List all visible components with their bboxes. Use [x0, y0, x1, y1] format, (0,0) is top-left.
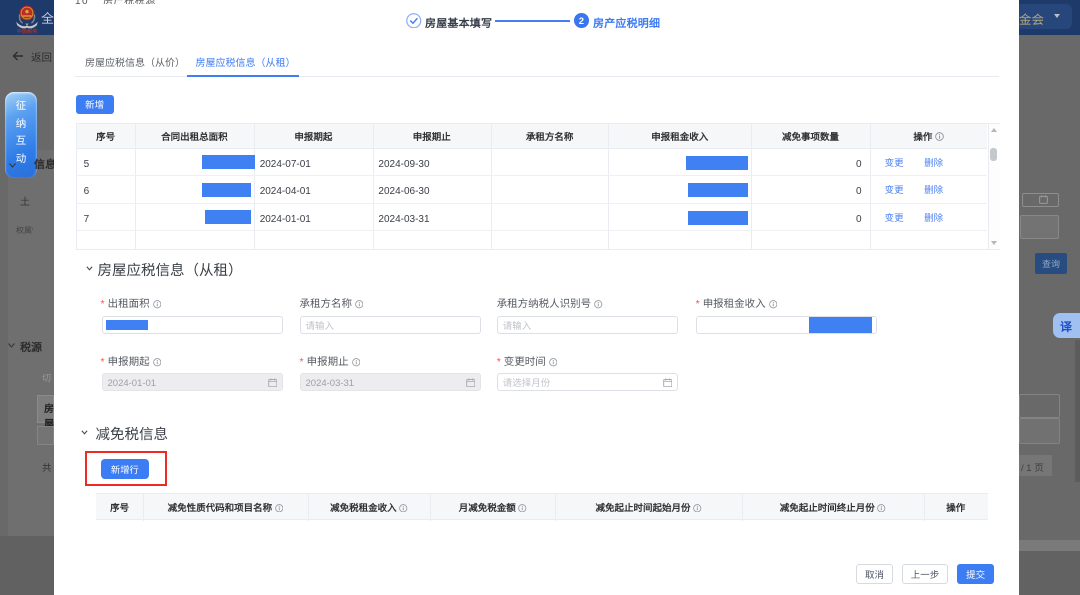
- svg-text:中国税务: 中国税务: [17, 28, 39, 34]
